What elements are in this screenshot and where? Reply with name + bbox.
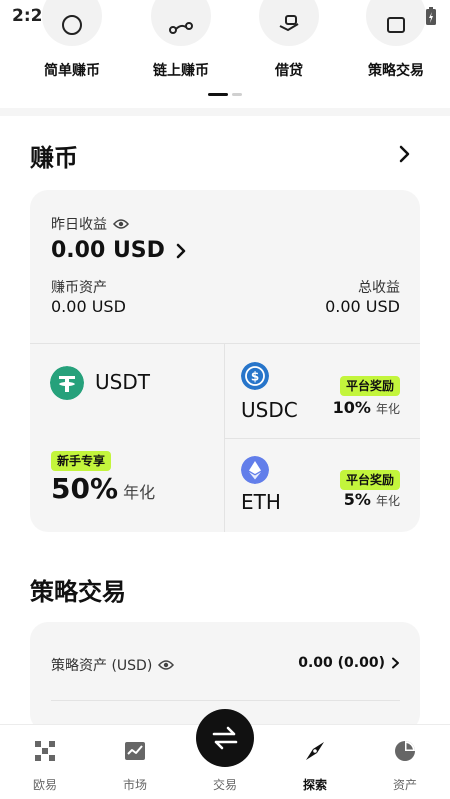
strategy-icon [366, 0, 426, 46]
card-divider [225, 438, 420, 439]
page-indicator [208, 93, 242, 96]
nav-item-explore[interactable]: 探索 [270, 725, 360, 799]
nav-item-assets[interactable]: 资产 [360, 725, 450, 799]
svg-text:$: $ [251, 370, 259, 384]
quick-nav-label: 链上赚币 [153, 63, 209, 79]
nav-item-trade[interactable]: 交易 [180, 709, 270, 799]
okx-logo-icon [35, 741, 55, 761]
earn-section-title: 赚币 [30, 144, 78, 172]
earn-more-chevron-icon[interactable] [398, 145, 412, 163]
simple-earn-icon [42, 0, 102, 46]
eye-icon[interactable] [158, 659, 175, 671]
yesterday-earnings-text: 昨日收益 [51, 217, 107, 233]
earn-assets-label: 赚币资产 [51, 280, 107, 296]
nav-item-okx[interactable]: 欧易 [0, 725, 90, 799]
coin-name-eth: ETH [241, 490, 281, 514]
assets-pie-icon [395, 741, 415, 761]
strategy-assets-value[interactable]: 0.00 (0.00) [298, 655, 400, 671]
onchain-earn-icon [151, 0, 211, 46]
card-divider [30, 343, 420, 344]
market-chart-icon [125, 742, 145, 760]
strategy-section-title: 策略交易 [30, 578, 126, 606]
new-user-badge: 新手专享 [51, 451, 112, 471]
quick-nav-label: 简单赚币 [44, 63, 100, 79]
coin-name-usdc: USDC [241, 398, 298, 422]
eth-apr: 5% 年化 [344, 490, 400, 509]
usdc-apr-unit: 年化 [375, 402, 400, 416]
nav-label-explore: 探索 [302, 778, 327, 792]
usdt-icon [50, 366, 84, 400]
quick-nav-label: 借贷 [275, 63, 303, 79]
loan-icon [259, 0, 319, 46]
usdc-icon: $ [241, 362, 269, 390]
platform-reward-badge: 平台奖励 [339, 470, 400, 490]
bottom-nav: 欧易 市场 交易 探索 资产 [0, 709, 450, 799]
quick-nav-row: 简单赚币 链上赚币 借贷 策略交易 [0, 0, 450, 100]
eth-apr-value: 5% [343, 490, 371, 509]
chevron-right-icon [392, 657, 399, 669]
card-divider [51, 700, 400, 701]
strategy-assets-label: 策略资产 (USD) [51, 655, 175, 675]
earn-assets-value: 0.00 USD [51, 297, 126, 316]
quick-nav-label: 策略交易 [368, 63, 424, 79]
section-divider [0, 108, 450, 116]
eye-icon[interactable] [113, 218, 129, 230]
eth-icon [241, 456, 269, 484]
nav-label-trade: 交易 [212, 778, 237, 792]
nav-label-market: 市场 [122, 778, 147, 792]
nav-label-okx: 欧易 [32, 778, 57, 792]
yesterday-earnings-value[interactable]: 0.00 USD [51, 238, 187, 263]
explore-compass-icon [306, 742, 324, 760]
total-earnings-label: 总收益 [358, 280, 400, 296]
chevron-right-icon [176, 243, 186, 258]
yesterday-earnings-label: 昨日收益 [51, 214, 129, 234]
page-indicator-inactive [232, 93, 242, 96]
usdt-apr-value: 50% [51, 472, 119, 505]
eth-apr-unit: 年化 [375, 494, 400, 508]
yesterday-earnings-amount: 0.00 USD [51, 238, 165, 263]
usdc-apr: 10% 年化 [333, 398, 400, 417]
strategy-assets-text: 策略资产 (USD) [51, 658, 153, 674]
usdt-apr-unit: 年化 [123, 483, 156, 502]
strategy-assets-amount: 0.00 (0.00) [298, 655, 385, 671]
usdt-apr: 50% 年化 [51, 472, 155, 505]
nav-label-assets: 资产 [392, 778, 417, 792]
page-indicator-active [208, 93, 228, 96]
usdc-apr-value: 10% [332, 398, 371, 417]
earn-summary-card[interactable]: 昨日收益 0.00 USD 赚币资产 0.00 USD 总收益 0.00 USD… [30, 190, 420, 532]
coin-name-usdt: USDT [95, 370, 150, 394]
nav-item-market[interactable]: 市场 [90, 725, 180, 799]
trade-swap-icon [196, 709, 254, 767]
total-earnings-value: 0.00 USD [325, 297, 400, 316]
platform-reward-badge: 平台奖励 [339, 376, 400, 396]
